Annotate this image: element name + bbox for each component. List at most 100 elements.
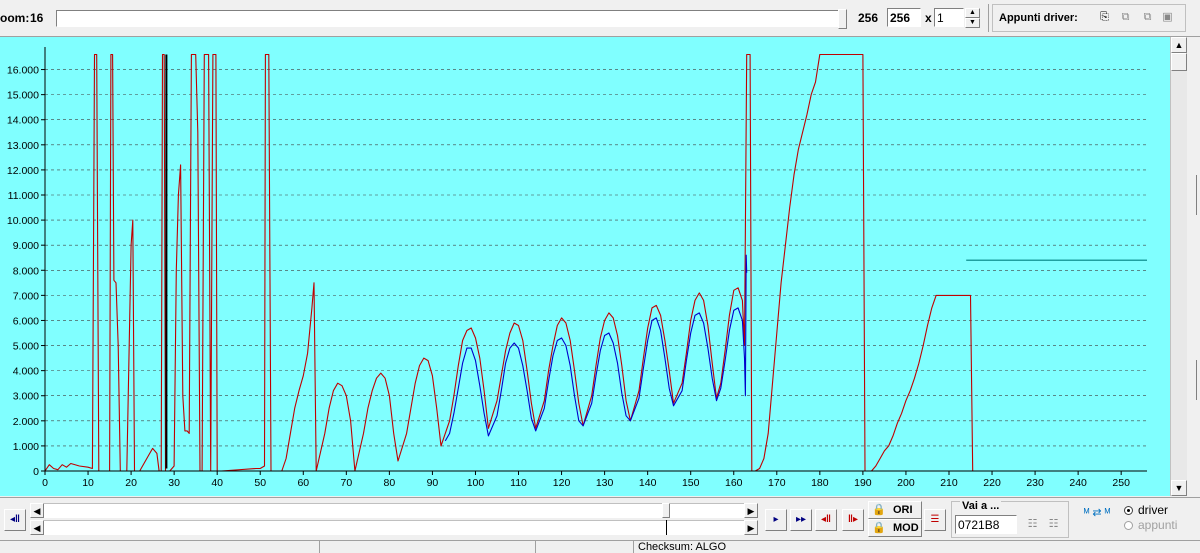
radio-driver[interactable]: driver [1124, 503, 1194, 519]
plot-frame: 0 1.000 2.000 3.000 4.000 5.000 6.000 7.000 8.00… [0, 37, 1170, 496]
y-tick-label: 8.000 [13, 265, 39, 277]
radio-appunti[interactable]: appunti [1124, 518, 1194, 534]
ori-lock-icon: 🔒 [872, 504, 886, 516]
nav-next-button[interactable]: ▸ [765, 509, 787, 531]
x-tick-label: 110 [510, 477, 527, 489]
width-input[interactable] [887, 8, 921, 27]
top-toolbar: oom: 16 256 x ▲ ▼ Appunti driver: ⎘ ⧉ ⧉ … [0, 0, 1200, 37]
goto-left-icon[interactable]: ☷ [1024, 516, 1041, 533]
graph-chart[interactable]: 0 1.000 2.000 3.000 4.000 5.000 6.000 7.000 8.00… [0, 37, 1170, 496]
multiplier-label: x [925, 11, 932, 25]
y-tick-label: 7.000 [13, 290, 39, 302]
status-checksum: Checksum: ALGO [638, 541, 727, 553]
hscroll2-right-arrow[interactable]: ▶ [744, 520, 758, 535]
y-tick-label: 6.000 [13, 315, 39, 327]
x-tick-label: 190 [854, 477, 872, 489]
hscroll1-thumb[interactable] [662, 503, 670, 518]
scroll-up-arrow[interactable]: ▲ [1171, 37, 1187, 53]
compare-flag-button[interactable]: ☰ [924, 509, 946, 531]
toolbar-divider [988, 4, 989, 32]
vertical-scrollbar[interactable]: ▲ ▼ [1170, 37, 1187, 496]
zoom-label: oom: [0, 11, 30, 25]
x-tick-label: 0 [42, 477, 48, 489]
vai-a-label: Vai a ... [960, 500, 1002, 512]
radio-driver-dot [1124, 506, 1133, 515]
y-tick-label: 9.000 [13, 240, 39, 252]
vertical-scroll-thumb[interactable] [1171, 53, 1187, 71]
y-tick-label: 0 [33, 466, 39, 478]
y-tick-label: 4.000 [13, 366, 39, 378]
compare-driver-icon[interactable]: ⧉ [1139, 9, 1156, 26]
x-tick-label: 180 [811, 477, 829, 489]
hscroll2-left-arrow[interactable]: ◀ [30, 520, 44, 535]
x-tick-label: 150 [682, 477, 700, 489]
x-tick-label: 250 [1112, 477, 1130, 489]
hscroll1-right-arrow[interactable]: ▶ [744, 503, 758, 518]
hscroll1-track[interactable] [44, 503, 744, 518]
multiplier-spin-down[interactable]: ▼ [965, 18, 980, 28]
x-tick-label: 240 [1069, 477, 1087, 489]
y-tick-label: 13.000 [7, 140, 39, 152]
vai-a-group: Vai a ... ☷ ☷ [951, 500, 1069, 538]
x-tick-label: 200 [897, 477, 915, 489]
series-line-1 [44, 53, 1147, 472]
paste-driver-icon[interactable]: ⎘ [1096, 9, 1113, 26]
y-tick-label: 5.000 [13, 341, 39, 353]
y-tick-label: 14.000 [7, 115, 39, 127]
right-edge-panel [1187, 37, 1200, 496]
x-tick-label: 120 [553, 477, 571, 489]
x-tick-label: 130 [596, 477, 614, 489]
status-panel-1 [0, 541, 320, 553]
y-tick-label: 1.000 [13, 441, 39, 453]
ori-label: ORI [893, 504, 913, 516]
x-tick-label: 140 [639, 477, 657, 489]
hscroll2-track[interactable] [44, 520, 744, 535]
x-tick-label: 80 [384, 477, 396, 489]
y-tick-label: 2.000 [13, 416, 39, 428]
x-tick-label: 90 [427, 477, 439, 489]
address-input[interactable] [955, 515, 1017, 534]
status-panel-2 [322, 541, 536, 553]
status-panel-3 [538, 541, 634, 553]
y-tick-label: 10.000 [7, 215, 39, 227]
range-max-label: 256 [858, 11, 879, 25]
nav-fast-forward-button[interactable]: ▸▸ [790, 509, 812, 531]
hscroll1-left-arrow[interactable]: ◀ [30, 503, 44, 518]
right-edge-marks [1196, 175, 1200, 215]
radio-appunti-label: appunti [1138, 518, 1178, 532]
clipboard-label: Appunti driver: [999, 12, 1078, 24]
mod-lock-icon: 🔒 [872, 522, 886, 534]
ori-button[interactable]: 🔒 ORI [868, 501, 922, 519]
x-tick-label: 20 [125, 477, 137, 489]
x-tick-label: 50 [254, 477, 266, 489]
clear-driver-icon[interactable]: ▣ [1159, 9, 1176, 26]
x-tick-label: 10 [82, 477, 94, 489]
swap-arrows-icon[interactable]: ᴹ ⇄ ᴹ [1077, 508, 1117, 530]
x-tick-label: 100 [467, 477, 485, 489]
nav-first-button[interactable]: ◂‖ [4, 509, 26, 531]
x-tick-label: 210 [940, 477, 958, 489]
series-line-2 [444, 254, 748, 442]
nav-prev-diff-button[interactable]: ◂‖ [815, 509, 837, 531]
scroll-down-arrow[interactable]: ▼ [1171, 480, 1187, 496]
y-tick-label: 15.000 [7, 90, 39, 102]
x-tick-label: 230 [1026, 477, 1044, 489]
mod-button[interactable]: 🔒 MOD [868, 519, 922, 537]
nav-next-diff-button[interactable]: ‖▸ [842, 509, 864, 531]
zoom-slider-thumb[interactable] [838, 9, 847, 29]
multiplier-spin-up[interactable]: ▲ [965, 8, 980, 18]
status-bar: Checksum: ALGO [0, 540, 1200, 553]
goto-right-icon[interactable]: ☷ [1045, 516, 1062, 533]
multiplier-input[interactable] [934, 8, 964, 27]
bottom-panel: ◂‖ ◀ ▶ ◀ ▶ ▸ ▸▸ ◂‖ ‖▸ 🔒 ORI 🔒 MOD ☰ Vai … [0, 497, 1200, 541]
x-tick-label: 60 [297, 477, 309, 489]
y-tick-label: 16.000 [7, 65, 39, 77]
x-tick-label: 170 [768, 477, 786, 489]
x-tick-label: 70 [340, 477, 352, 489]
zoom-value: 16 [30, 11, 44, 25]
x-tick-label: 160 [725, 477, 743, 489]
x-tick-label: 40 [211, 477, 223, 489]
y-tick-label: 3.000 [13, 391, 39, 403]
copy-driver-icon[interactable]: ⧉ [1117, 9, 1134, 26]
zoom-slider-track[interactable] [56, 10, 842, 27]
